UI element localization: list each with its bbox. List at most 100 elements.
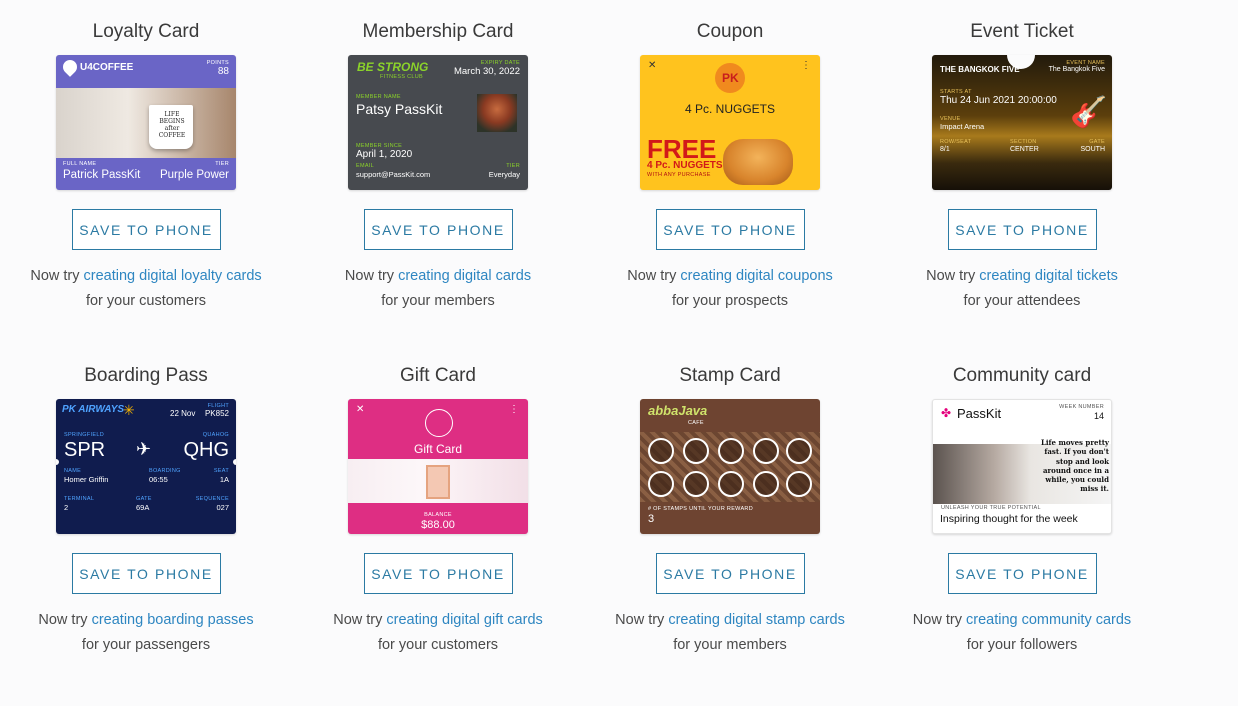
flight-date: 22 Nov bbox=[170, 409, 196, 418]
community-cards-link[interactable]: creating community cards bbox=[966, 612, 1131, 628]
save-to-phone-button[interactable]: SAVE TO PHONE bbox=[363, 553, 513, 594]
points-value: 88 bbox=[217, 66, 229, 77]
caption: Now try creating digital cards for your … bbox=[292, 264, 584, 314]
row-value: 8/1 bbox=[940, 146, 950, 153]
digital-cards-link[interactable]: creating digital cards bbox=[398, 268, 531, 284]
stamp-cards-link[interactable]: creating digital stamp cards bbox=[668, 612, 845, 628]
tile-title: Event Ticket bbox=[970, 21, 1074, 42]
perfume-bottle-image bbox=[426, 465, 450, 499]
caption-suffix: for your prospects bbox=[671, 293, 789, 309]
tile-title: Coupon bbox=[696, 21, 764, 42]
gift-cards-link[interactable]: creating digital gift cards bbox=[386, 612, 542, 628]
tier-label: TIER bbox=[506, 163, 520, 169]
stamp-slot bbox=[683, 438, 709, 464]
caption-prefix: Now try bbox=[344, 268, 395, 284]
card-brand: BE STRONG bbox=[357, 60, 429, 74]
boarding-time: 06:55 bbox=[149, 475, 168, 484]
stamp-slot bbox=[718, 471, 744, 497]
digital-coupons-link[interactable]: creating digital coupons bbox=[680, 268, 832, 284]
caption: Now try creating community cards for you… bbox=[876, 608, 1168, 658]
save-to-phone-button[interactable]: SAVE TO PHONE bbox=[655, 553, 805, 594]
section-label: SECTION bbox=[1010, 139, 1037, 145]
passenger-name: Homer Griffin bbox=[64, 475, 109, 484]
caption-prefix: Now try bbox=[30, 268, 80, 284]
stamp-slot bbox=[718, 438, 744, 464]
mug-text: LIFE BEGINS after COFFEE bbox=[158, 111, 186, 139]
name-label: FULL NAME bbox=[63, 161, 97, 167]
coupon-preview: ✕ ⋮ PK 4 Pc. NUGGETS FREE 4 Pc. NUGGETS … bbox=[640, 55, 820, 190]
nuggets-image bbox=[723, 139, 793, 185]
tile-loyalty-card: Loyalty Card U4COFFEE POINTS 88 LIFE BEG… bbox=[0, 20, 292, 314]
caption-suffix: for your attendees bbox=[963, 293, 1081, 309]
venue-value: Impact Arena bbox=[940, 122, 985, 131]
caption: Now try creating digital tickets for you… bbox=[876, 264, 1168, 314]
tile-coupon: Coupon ✕ ⋮ PK 4 Pc. NUGGETS FREE 4 Pc. N… bbox=[584, 20, 876, 314]
tile-boarding-pass: Boarding Pass PK AIRWAYS ✳ 22 Nov FLIGHT… bbox=[0, 364, 292, 658]
tile-title: Boarding Pass bbox=[84, 365, 208, 386]
caption: Now try creating digital stamp cards for… bbox=[584, 608, 876, 658]
plane-icon: ✈ bbox=[136, 439, 152, 459]
close-icon: ✕ bbox=[356, 404, 365, 415]
save-to-phone-button[interactable]: SAVE TO PHONE bbox=[71, 553, 221, 594]
caption-prefix: Now try bbox=[615, 612, 665, 628]
location-pin-icon bbox=[60, 57, 80, 77]
logo-text: PK bbox=[722, 71, 739, 85]
tile-title: Stamp Card bbox=[679, 365, 781, 386]
more-icon: ⋮ bbox=[509, 404, 519, 415]
passkit-logo-icon: ✤ bbox=[941, 406, 952, 420]
stamp-slot bbox=[648, 438, 674, 464]
stamp-slot bbox=[648, 471, 674, 497]
tier-label: TIER bbox=[215, 161, 229, 167]
caption-prefix: Now try bbox=[627, 268, 677, 284]
save-to-phone-button[interactable]: SAVE TO PHONE bbox=[655, 209, 805, 250]
gate-label: GATE bbox=[1089, 139, 1105, 145]
loyalty-cards-link[interactable]: creating digital loyalty cards bbox=[84, 268, 262, 284]
member-label: MEMBER NAME bbox=[356, 94, 401, 100]
performer-icon: 🎸 bbox=[1070, 96, 1108, 129]
caption-suffix: for your customers bbox=[377, 637, 499, 653]
ticket-notch-left bbox=[56, 459, 59, 465]
section-value: CENTER bbox=[1010, 146, 1039, 153]
boarding-label: BOARDING bbox=[149, 468, 181, 474]
balance-label: BALANCE bbox=[424, 512, 452, 518]
brand-subtitle: FITNESS CLUB bbox=[380, 74, 424, 80]
tile-community-card: Community card ✤ PassKit WEEK NUMBER 14 … bbox=[876, 364, 1168, 658]
tile-event-ticket: Event Ticket THE BANGKOK FIVE EVENT NAME… bbox=[876, 20, 1168, 314]
stamp-slot bbox=[786, 438, 812, 464]
save-to-phone-button[interactable]: SAVE TO PHONE bbox=[947, 553, 1097, 594]
stamp-slot bbox=[786, 471, 812, 497]
digital-tickets-link[interactable]: creating digital tickets bbox=[979, 268, 1118, 284]
save-to-phone-button[interactable]: SAVE TO PHONE bbox=[947, 209, 1097, 250]
potential-label: UNLEASH YOUR TRUE POTENTIAL bbox=[941, 505, 1041, 511]
email-label: EMAIL bbox=[356, 163, 375, 169]
week-label: WEEK NUMBER bbox=[1059, 404, 1104, 410]
destination-code: QHG bbox=[183, 439, 229, 461]
caption-suffix: for your members bbox=[673, 637, 787, 653]
boarding-passes-link[interactable]: creating boarding passes bbox=[92, 612, 254, 628]
row-label: ROW/SEAT bbox=[940, 139, 972, 145]
stamps-until-reward-label: # OF STAMPS UNTIL YOUR REWARD bbox=[648, 506, 753, 512]
caption: Now try creating boarding passes for you… bbox=[0, 608, 292, 658]
save-to-phone-button[interactable]: SAVE TO PHONE bbox=[71, 209, 221, 250]
sequence-value: 027 bbox=[216, 503, 229, 512]
tile-title: Membership Card bbox=[362, 21, 514, 42]
save-to-phone-button[interactable]: SAVE TO PHONE bbox=[363, 209, 513, 250]
offer-title: 4 Pc. NUGGETS bbox=[684, 102, 776, 116]
seat-label: SEAT bbox=[213, 468, 229, 474]
ticket-notch-right bbox=[233, 459, 236, 465]
member-name: Patsy PassKit bbox=[356, 101, 443, 117]
stamp-slot bbox=[753, 471, 779, 497]
stamp-slot bbox=[753, 438, 779, 464]
free-subtitle: 4 Pc. NUGGETS bbox=[647, 160, 723, 171]
card-brand: U4COFFEE bbox=[80, 62, 134, 73]
tile-title: Gift Card bbox=[399, 365, 477, 386]
tier-value: Purple Power bbox=[159, 169, 229, 181]
gift-title: Gift Card bbox=[413, 442, 462, 456]
caption: Now try creating digital gift cards for … bbox=[292, 608, 584, 658]
expiry-value: March 30, 2022 bbox=[453, 66, 520, 77]
tile-title: Loyalty Card bbox=[92, 21, 200, 42]
boarding-pass-preview: PK AIRWAYS ✳ 22 Nov FLIGHT PK852 SPRINGF… bbox=[56, 399, 236, 534]
since-value: April 1, 2020 bbox=[356, 149, 413, 160]
seat-value: 1A bbox=[219, 475, 229, 484]
member-photo bbox=[477, 94, 517, 132]
